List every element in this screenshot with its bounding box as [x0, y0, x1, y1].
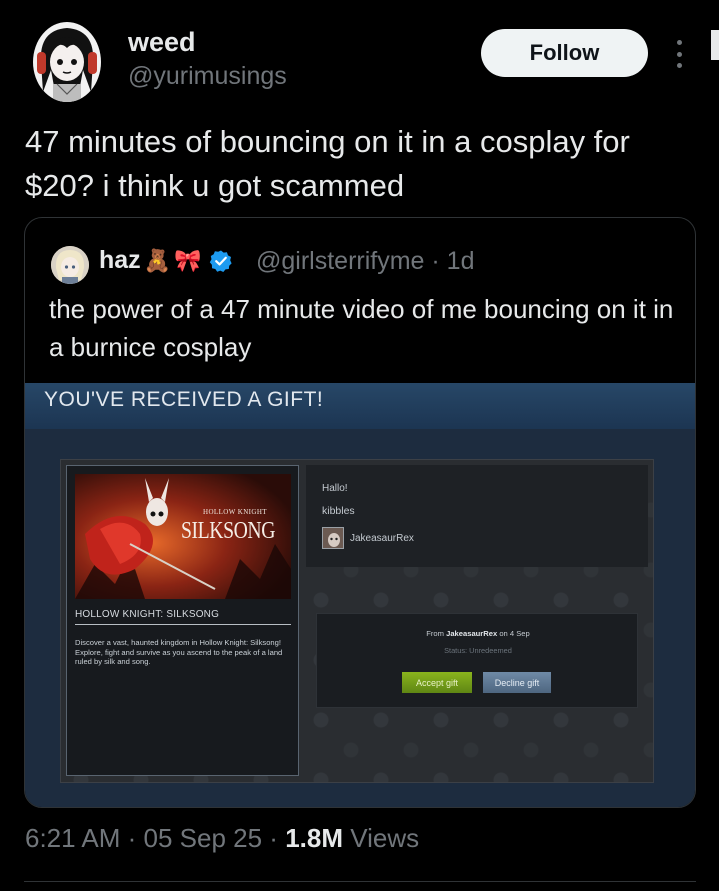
decline-gift-button[interactable]: Decline gift: [483, 672, 551, 693]
tweet-text: 47 minutes of bouncing on it in a cospla…: [25, 124, 630, 203]
teddy-bear-emoji: 🧸: [143, 247, 172, 273]
bottom-divider: [24, 881, 696, 882]
follow-button[interactable]: Follow: [481, 29, 648, 77]
gift-from-suffix: on 4 Sep: [499, 629, 530, 638]
author-avatar[interactable]: [33, 22, 101, 102]
verified-badge-icon: [209, 249, 233, 273]
gift-action-box: From JakeasaurRex on 4 Sep Status: Unred…: [316, 613, 638, 708]
game-art: HOLLOW KNIGHT SILKSONG: [75, 474, 291, 599]
edge-decoration: [711, 30, 719, 60]
gift-from-prefix: From: [426, 629, 444, 638]
tweet-meta: 6:21 AM · 05 Sep 25 · 1.8M Views: [25, 823, 419, 854]
gift-status: Status: Unredeemed: [444, 646, 512, 655]
art-title-small: HOLLOW KNIGHT: [203, 508, 267, 516]
game-title: HOLLOW KNIGHT: SILKSONG: [75, 609, 220, 620]
steam-gift-panel: HOLLOW KNIGHT SILKSONG HOLLOW KNIGHT: SI…: [60, 459, 654, 783]
steam-gift-header-text: YOU'VE RECEIVED A GIFT!: [44, 388, 324, 411]
sender-avatar: [322, 527, 344, 549]
views-label: Views: [343, 823, 420, 853]
quoted-display-name: haz: [99, 246, 141, 274]
steam-gift-header: YOU'VE RECEIVED A GIFT!: [25, 383, 695, 429]
sender-name: JakeasaurRex: [350, 533, 414, 544]
quoted-tweet[interactable]: haz 🧸 🎀 @girlsterrifyme · 1d the power o…: [24, 217, 696, 808]
steam-gift-image[interactable]: YOU'VE RECEIVED A GIFT! HOLLOW KNIGHT SI…: [25, 383, 695, 807]
tweet-date[interactable]: 05 Sep 25: [144, 823, 263, 853]
art-title-big: SILKSONG: [181, 518, 276, 544]
gift-message-box: Hallo! kibbles JakeasaurRex: [306, 465, 648, 567]
more-vertical-icon[interactable]: [670, 40, 688, 68]
ribbon-emoji: 🎀: [174, 247, 202, 273]
game-card: HOLLOW KNIGHT SILKSONG HOLLOW KNIGHT: SI…: [66, 465, 299, 776]
meta-separator: ·: [120, 823, 144, 853]
tweet-time[interactable]: 6:21 AM: [25, 823, 120, 853]
gift-from-line: From JakeasaurRex on 4 Sep: [317, 629, 639, 638]
accept-gift-button[interactable]: Accept gift: [402, 672, 472, 693]
quoted-handle-time[interactable]: @girlsterrifyme · 1d: [256, 247, 474, 276]
meta-separator: ·: [262, 823, 286, 853]
author-display-name[interactable]: weed: [128, 27, 196, 58]
author-handle[interactable]: @yurimusings: [128, 62, 287, 91]
game-divider: [75, 624, 291, 625]
game-description: Discover a vast, haunted kingdom in Holl…: [75, 638, 283, 667]
gift-message-greeting: Hallo!: [322, 483, 348, 494]
views-count: 1.8M: [285, 823, 343, 853]
quoted-author-avatar[interactable]: [51, 246, 89, 284]
quoted-author-name[interactable]: haz 🧸 🎀: [99, 246, 233, 275]
gift-message-body: kibbles: [322, 505, 355, 517]
gift-from-name: JakeasaurRex: [446, 629, 498, 638]
quoted-tweet-text: the power of a 47 minute video of me bou…: [49, 294, 674, 362]
